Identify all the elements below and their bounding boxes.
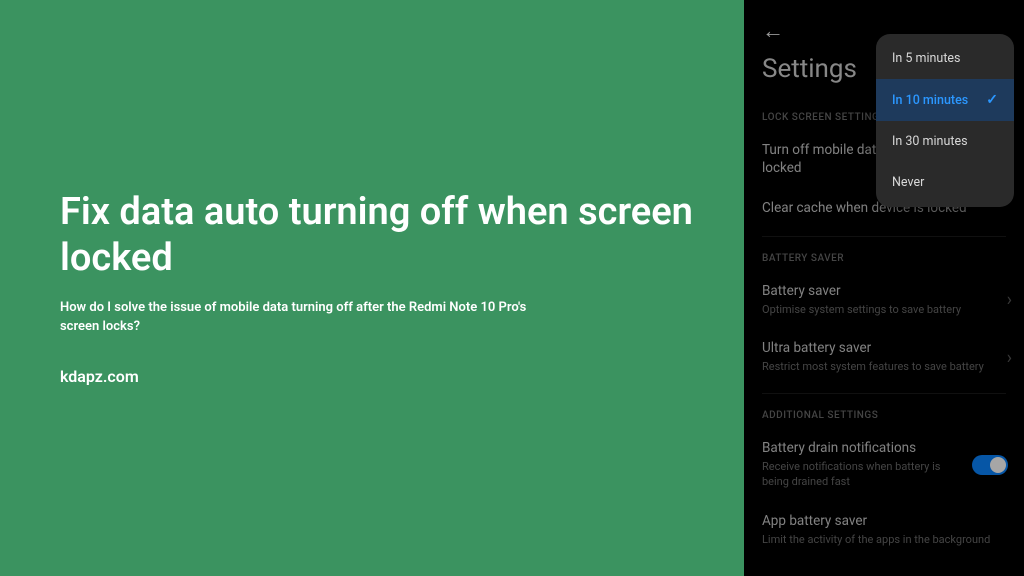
dropdown-popup: In 5 minutes In 10 minutes ✓ In 30 minut… (876, 34, 1014, 207)
chevron-right-icon: › (1007, 348, 1012, 369)
popup-option-label: In 10 minutes (892, 93, 968, 108)
popup-option-label: Never (892, 175, 924, 190)
row-subtitle: Limit the activity of the apps in the ba… (762, 532, 1006, 547)
row-battery-drain-notifications[interactable]: Battery drain notifications Receive noti… (744, 429, 1024, 502)
article-headline: Fix data auto turning off when screen lo… (60, 190, 694, 281)
popup-option-5min[interactable]: In 5 minutes (876, 38, 1014, 79)
toggle-knob (990, 457, 1006, 473)
check-icon: ✓ (986, 92, 998, 108)
popup-option-label: In 5 minutes (892, 51, 961, 66)
row-title: App battery saver (762, 512, 1006, 530)
section-battery-saver-label: BATTERY SAVER (744, 243, 1024, 272)
article-panel: Fix data auto turning off when screen lo… (0, 0, 744, 576)
divider (762, 236, 1006, 237)
row-title: Battery drain notifications (762, 439, 1006, 457)
row-battery-saver[interactable]: Battery saver Optimise system settings t… (744, 272, 1024, 330)
row-title: Battery saver (762, 282, 1006, 300)
row-app-battery-saver[interactable]: App battery saver Limit the activity of … (744, 502, 1024, 560)
site-name: kdapz.com (60, 367, 694, 386)
divider (762, 393, 1006, 394)
popup-option-30min[interactable]: In 30 minutes (876, 121, 1014, 162)
row-ultra-battery-saver[interactable]: Ultra battery saver Restrict most system… (744, 329, 1024, 387)
toggle-switch[interactable] (972, 455, 1008, 475)
popup-option-never[interactable]: Never (876, 162, 1014, 203)
row-subtitle: Restrict most system features to save ba… (762, 359, 1006, 374)
section-additional-label: ADDITIONAL SETTINGS (744, 400, 1024, 429)
chevron-right-icon: › (1007, 290, 1012, 311)
popup-option-10min[interactable]: In 10 minutes ✓ (876, 79, 1014, 121)
row-subtitle: Receive notifications when battery is be… (762, 459, 1006, 490)
row-subtitle: Optimise system settings to save battery (762, 302, 1006, 317)
article-subhead: How do I solve the issue of mobile data … (60, 298, 530, 337)
row-title: Ultra battery saver (762, 339, 1006, 357)
phone-screenshot: ← Settings LOCK SCREEN SETTINGS Turn off… (744, 0, 1024, 576)
popup-option-label: In 30 minutes (892, 134, 968, 149)
